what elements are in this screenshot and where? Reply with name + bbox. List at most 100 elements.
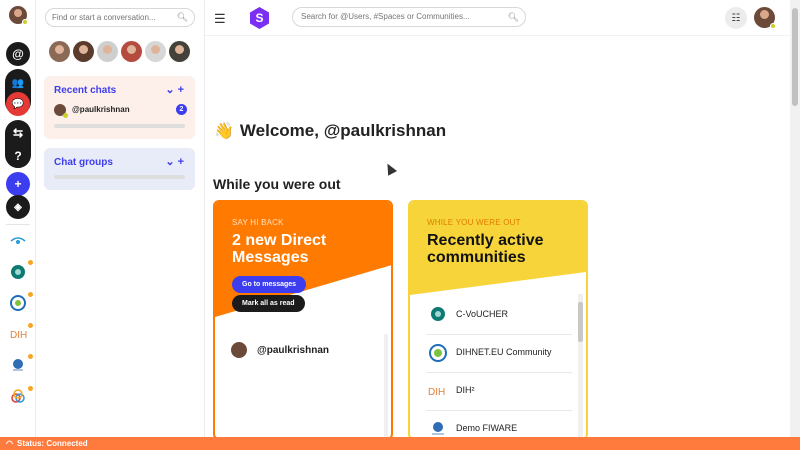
community-list-item[interactable]: C-VoUCHER — [426, 297, 572, 335]
fiware-logo-icon — [428, 419, 448, 438]
page-scrollbar[interactable] — [790, 0, 800, 437]
at-icon: @ — [12, 47, 24, 61]
card-scrollbar[interactable] — [384, 334, 388, 438]
dih2-logo-icon: DIH — [428, 381, 448, 401]
community-name: DIHNET.EU Community — [456, 347, 552, 357]
community-badge-dot — [28, 354, 33, 359]
recent-communities-card: WHILE YOU WERE OUT Recently active commu… — [408, 200, 588, 440]
unread-count-badge: 2 — [176, 104, 187, 115]
find-conversation-field[interactable]: 🔍︎ — [45, 8, 195, 27]
swap-arrows-icon: ⇆ — [12, 126, 24, 140]
community-logo-dihnet-icon — [10, 295, 26, 311]
dm-list-item[interactable]: @paulkrishnan — [231, 342, 371, 362]
welcome-heading: 👋 Welcome, @paulkrishnan — [214, 121, 446, 141]
app-logo[interactable]: S — [250, 7, 269, 29]
community-shortcut[interactable] — [9, 356, 27, 374]
help-button[interactable]: ? — [6, 144, 30, 168]
community-logo-cvoucher-icon — [11, 265, 25, 279]
explore-button[interactable]: ◈ — [6, 195, 30, 219]
mark-all-read-button[interactable]: Mark all as read — [232, 295, 305, 312]
community-list-item[interactable]: Demo FIWARE — [426, 411, 572, 438]
plus-icon[interactable]: + — [178, 84, 187, 96]
compass-icon: ◈ — [14, 201, 22, 213]
search-icon: 🔍︎ — [176, 12, 188, 22]
global-search-field[interactable]: 🔍︎ — [292, 7, 526, 27]
plus-icon: + — [14, 177, 22, 191]
scrollbar-thumb[interactable] — [578, 302, 583, 342]
community-name: Demo FIWARE — [456, 423, 518, 433]
community-list-item[interactable]: DIHNET.EU Community — [426, 335, 572, 373]
community-shortcut[interactable] — [9, 231, 27, 249]
connection-status-text: Status: Connected — [16, 439, 88, 448]
direct-messages-card: SAY HI BACK 2 new Direct Messages Go to … — [213, 200, 393, 440]
community-list: C-VoUCHER DIHNET.EU Community DIH DIH² D… — [426, 297, 572, 438]
grid-icon: ☷ — [731, 12, 741, 24]
plus-icon[interactable]: + — [178, 156, 187, 168]
recent-chats-panel: Recent chats ⌄+ @paulkrishnan 2 — [44, 76, 195, 139]
avatar — [231, 342, 247, 358]
person-avatar[interactable] — [169, 41, 190, 62]
community-shortcut[interactable] — [9, 263, 27, 281]
community-logo-fiware-icon — [13, 359, 23, 371]
dihnet-logo-icon — [428, 343, 448, 363]
svg-text:DIH: DIH — [10, 330, 27, 341]
card-kicker: WHILE YOU WERE OUT — [427, 218, 521, 227]
svg-text:DIH: DIH — [428, 387, 445, 398]
go-to-messages-button[interactable]: Go to messages — [232, 276, 307, 293]
chat-groups-title[interactable]: Chat groups — [54, 157, 113, 168]
community-logo-6-icon — [11, 389, 25, 403]
wifi-icon: ◠ — [6, 439, 13, 448]
loading-placeholder — [54, 124, 185, 128]
nav-rail: @ 👥 💬 ⇆ ? + ◈ DIH — [0, 0, 36, 437]
community-shortcut[interactable] — [9, 294, 27, 312]
chevron-down-icon[interactable]: ⌄ — [165, 156, 177, 168]
chat-bubbles-icon: 💬 — [11, 98, 25, 110]
recent-chat-item[interactable]: @paulkrishnan 2 — [54, 104, 187, 118]
person-avatar[interactable] — [121, 41, 142, 62]
dm-sender-name: @paulkrishnan — [257, 345, 329, 356]
recent-chats-controls: ⌄+ — [165, 83, 187, 96]
scrollbar-thumb[interactable] — [792, 8, 798, 106]
community-list-item[interactable]: DIH DIH² — [426, 373, 572, 411]
online-status-dot — [22, 19, 28, 25]
online-people-strip — [49, 41, 190, 62]
chat-groups-controls: ⌄+ — [165, 155, 187, 168]
people-icon: 👥 — [11, 77, 25, 89]
person-avatar[interactable] — [145, 41, 166, 62]
find-conversation-input[interactable] — [52, 13, 172, 22]
person-avatar[interactable] — [49, 41, 70, 62]
community-badge-dot — [28, 323, 33, 328]
community-badge-dot — [28, 292, 33, 297]
community-logo-1-icon — [10, 237, 26, 244]
recent-chat-name: @paulkrishnan — [72, 105, 130, 114]
welcome-text: Welcome, @paulkrishnan — [239, 121, 447, 140]
chat-sidebar: 🔍︎ Recent chats ⌄+ @paulkrishnan 2 C — [36, 0, 205, 437]
card-scrollbar[interactable] — [578, 294, 583, 438]
online-status-dot — [770, 23, 776, 29]
chevron-down-icon[interactable]: ⌄ — [165, 84, 177, 96]
card-title: Recently active communities — [427, 232, 544, 266]
cvoucher-logo-icon — [428, 305, 448, 325]
section-title: While you were out — [213, 176, 341, 192]
chats-button[interactable]: 💬 — [6, 92, 30, 116]
recent-chats-title[interactable]: Recent chats — [54, 85, 116, 96]
create-button[interactable]: + — [6, 172, 30, 196]
mentions-button[interactable]: @ — [6, 42, 30, 66]
logo-letter: S — [255, 11, 264, 25]
community-badge-dot — [28, 260, 33, 265]
person-avatar[interactable] — [97, 41, 118, 62]
community-name: DIH² — [456, 385, 475, 395]
apps-grid-button[interactable]: ☷ — [725, 7, 747, 29]
chat-groups-panel: Chat groups ⌄+ — [44, 148, 195, 190]
global-search-input[interactable] — [301, 12, 501, 21]
person-avatar[interactable] — [73, 41, 94, 62]
help-icon: ? — [14, 149, 22, 163]
menu-icon[interactable]: ☰ — [214, 11, 226, 27]
community-badge-dot — [28, 386, 33, 391]
search-icon: 🔍︎ — [507, 12, 519, 22]
top-header: ☰ S 🔍︎ ☷ — [205, 0, 790, 36]
community-shortcut[interactable] — [9, 388, 27, 406]
community-shortcut[interactable]: DIH — [9, 325, 27, 343]
online-status-dot — [63, 113, 68, 118]
switch-button[interactable]: ⇆ — [6, 121, 30, 145]
